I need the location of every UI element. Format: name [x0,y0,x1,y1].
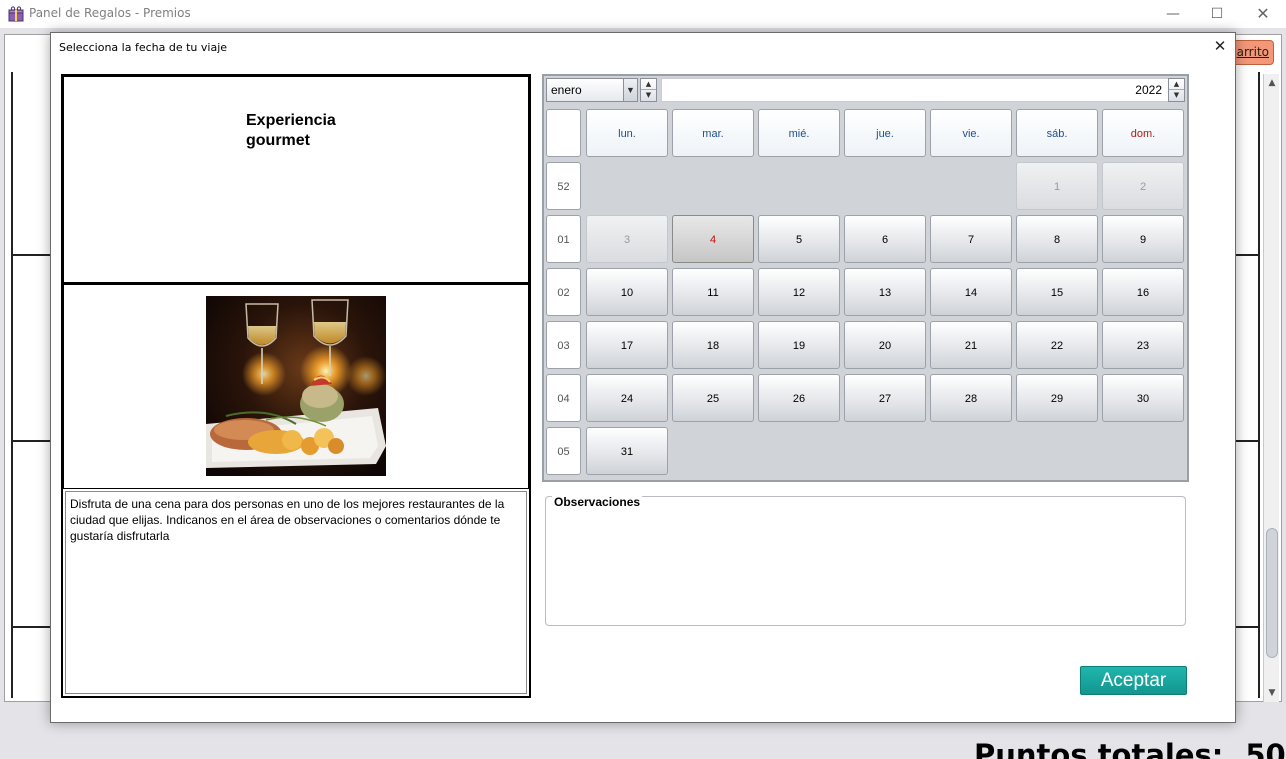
scroll-thumb[interactable] [1266,528,1278,658]
close-icon[interactable]: ✕ [1211,37,1229,55]
day-button[interactable]: 29 [1016,374,1098,422]
calendar: enero ▼ ▲ ▼ 2022 ▲ ▼ lun. mar. mié. jue.… [542,74,1189,482]
accept-button[interactable]: Aceptar [1080,666,1187,695]
day-button-today[interactable]: 4 [672,215,754,263]
window-titlebar: Panel de Regalos - Premios — ☐ ✕ [0,0,1286,28]
spinner-up-icon[interactable]: ▲ [641,79,656,90]
spinner-up-icon[interactable]: ▲ [1169,79,1184,90]
scroll-down-arrow-icon[interactable]: ▼ [1264,684,1280,702]
month-spinner[interactable]: ▲ ▼ [640,78,657,102]
day-button[interactable]: 12 [758,268,840,316]
week-number: 02 [546,268,581,316]
row-divider [11,626,52,628]
week-number: 04 [546,374,581,422]
weekday-header-sunday: dom. [1102,109,1184,157]
gift-icon [8,6,24,22]
spinner-down-icon[interactable]: ▼ [1169,90,1184,101]
row-divider [1236,626,1260,628]
week-number: 03 [546,321,581,369]
total-points-label: Puntos totales: [974,738,1224,759]
chevron-down-icon[interactable]: ▼ [623,79,637,101]
week-number: 01 [546,215,581,263]
day-button[interactable]: 18 [672,321,754,369]
day-button[interactable]: 5 [758,215,840,263]
weekday-header: mié. [758,109,840,157]
year-field[interactable]: 2022 [661,78,1169,102]
weekday-header: vie. [930,109,1012,157]
month-select[interactable]: enero ▼ [546,78,638,102]
day-button[interactable]: 30 [1102,374,1184,422]
day-button[interactable]: 8 [1016,215,1098,263]
day-button[interactable]: 10 [586,268,668,316]
row-divider [1236,440,1260,442]
row-divider [11,440,52,442]
day-button[interactable]: 31 [586,427,668,475]
day-button[interactable]: 25 [672,374,754,422]
reward-title-cell: Experiencia gourmet [63,76,529,283]
week-header-corner [546,109,581,157]
reward-description: Disfruta de una cena para dos personas e… [70,497,505,543]
window-title: Panel de Regalos - Premios [29,6,191,20]
weekday-header: mar. [672,109,754,157]
day-button[interactable]: 15 [1016,268,1098,316]
day-button[interactable]: 6 [844,215,926,263]
day-button[interactable]: 1 [1016,162,1098,210]
day-button[interactable]: 21 [930,321,1012,369]
total-points-value: 500 [1245,738,1286,759]
minimize-icon[interactable]: — [1150,0,1196,28]
day-button[interactable]: 3 [586,215,668,263]
month-select-value: enero [551,83,582,97]
day-button[interactable]: 20 [844,321,926,369]
day-button[interactable]: 11 [672,268,754,316]
close-icon[interactable]: ✕ [1240,0,1286,28]
day-button[interactable]: 22 [1016,321,1098,369]
year-spinner[interactable]: ▲ ▼ [1168,78,1185,102]
reward-title: Experiencia gourmet [246,112,336,149]
reward-description-box[interactable]: Disfruta de una cena para dos personas e… [65,491,527,694]
date-picker-dialog: Selecciona la fecha de tu viaje ✕ Experi… [50,32,1236,723]
spinner-down-icon[interactable]: ▼ [641,90,656,101]
day-button[interactable]: 14 [930,268,1012,316]
day-button[interactable]: 26 [758,374,840,422]
row-divider [1236,254,1260,256]
list-border-left [11,72,13,698]
day-button[interactable]: 9 [1102,215,1184,263]
day-button[interactable]: 2 [1102,162,1184,210]
reward-image-cell [63,283,529,489]
day-button[interactable]: 19 [758,321,840,369]
gourmet-dinner-image [206,296,386,476]
day-button[interactable]: 16 [1102,268,1184,316]
observations-field[interactable]: Observaciones [545,495,1186,626]
reward-details: Experiencia gourmet Disfruta de una cena… [61,74,531,698]
day-button[interactable]: 7 [930,215,1012,263]
day-button[interactable]: 23 [1102,321,1184,369]
day-button[interactable]: 13 [844,268,926,316]
maximize-icon[interactable]: ☐ [1194,0,1240,28]
weekday-header: jue. [844,109,926,157]
day-button[interactable]: 28 [930,374,1012,422]
row-divider [11,254,52,256]
day-button[interactable]: 27 [844,374,926,422]
dialog-title: Selecciona la fecha de tu viaje [59,41,228,54]
cart-button[interactable]: arrito [1230,40,1274,65]
day-button[interactable]: 24 [586,374,668,422]
list-border-right [1258,72,1260,698]
weekday-header: sáb. [1016,109,1098,157]
week-number: 52 [546,162,581,210]
observations-label: Observaciones [552,495,643,509]
total-points: Puntos totales: 500 [974,738,1286,759]
scroll-up-arrow-icon[interactable]: ▲ [1264,74,1280,92]
week-number: 05 [546,427,581,475]
vertical-scrollbar[interactable]: ▲ ▼ [1263,74,1279,702]
weekday-header: lun. [586,109,668,157]
day-button[interactable]: 17 [586,321,668,369]
